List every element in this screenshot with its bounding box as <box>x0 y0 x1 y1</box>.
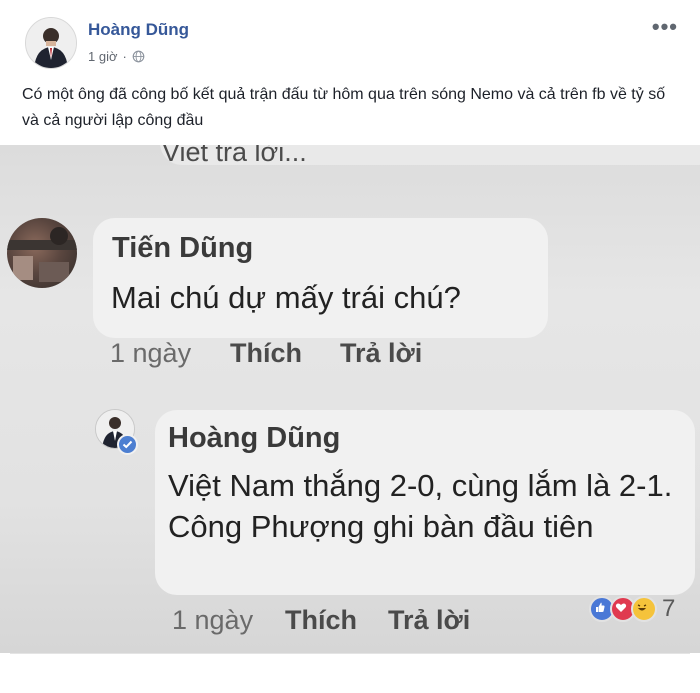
post-text: Có một ông đã công bố kết quả trận đấu t… <box>22 86 666 129</box>
comment2-reply-button: Trả lời <box>388 605 471 635</box>
comment2-author: Hoàng Dũng <box>168 422 341 454</box>
meta-separator: · <box>122 49 127 64</box>
globe-icon[interactable] <box>132 50 145 63</box>
author-name[interactable]: Hoàng Dũng <box>88 20 189 40</box>
commenter-avatar <box>7 218 77 288</box>
reactions-summary: 7 <box>589 595 675 623</box>
person-icon <box>26 18 76 68</box>
comment1-reply-button: Trả lời <box>340 338 423 368</box>
more-options-button[interactable]: ••• <box>652 14 678 40</box>
post-footer <box>0 653 700 693</box>
reaction-count: 7 <box>662 595 676 622</box>
comment1-author: Tiến Dũng <box>112 232 254 264</box>
author-avatar[interactable] <box>25 17 77 69</box>
comment1-text: Mai chú dự mấy trái chú? <box>111 280 461 315</box>
post-photo[interactable]: Viet tra lời... Tiến Dũng Mai chú dự mấy… <box>0 145 700 653</box>
comment2-like-button: Thích <box>285 605 357 635</box>
comment1-like-button: Thích <box>230 338 302 368</box>
comment2-time: 1 ngày <box>172 605 254 635</box>
person-photo-icon <box>7 227 77 282</box>
comment2-text: Việt Nam thắng 2-0, cùng lắm là 2-1. Côn… <box>168 468 673 544</box>
footer-divider <box>10 653 690 654</box>
comment1-time: 1 ngày <box>110 338 192 368</box>
top-comment-fragment: Viet tra lời... <box>162 145 307 167</box>
haha-reaction-icon <box>631 596 657 622</box>
post-meta: 1 giờ · <box>88 49 145 64</box>
post-header: Hoàng Dũng 1 giờ · ••• Có một ông đã côn… <box>0 0 700 145</box>
post-time[interactable]: 1 giờ <box>88 49 118 64</box>
verified-badge-icon <box>117 434 138 455</box>
